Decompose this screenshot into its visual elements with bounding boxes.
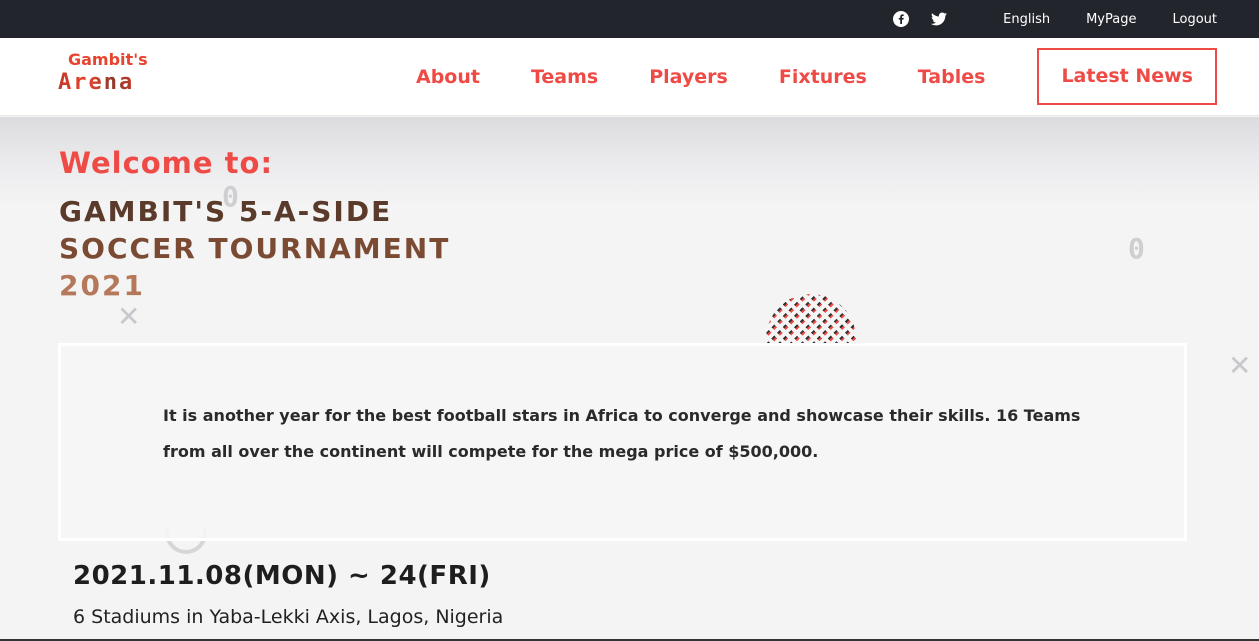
title-line-1: GAMBIT'S 5-A-SIDE (59, 195, 393, 228)
intro-text: It is another year for the best football… (163, 406, 1081, 461)
title-line-3: 2021 (59, 269, 145, 302)
decorative-cross-icon: ✕ (117, 300, 141, 333)
social-links (893, 11, 948, 27)
nav-latest-news-button[interactable]: Latest News (1037, 48, 1217, 105)
decorative-cross-icon: ✕ (1228, 349, 1252, 382)
top-bar: English MyPage Logout (0, 0, 1259, 38)
decorative-zero: 0 (1128, 232, 1145, 265)
site-logo[interactable]: Gambit's Arena (58, 50, 168, 100)
intro-card: It is another year for the best football… (58, 343, 1187, 541)
logo-line-1: Gambit's (68, 50, 148, 69)
event-venue: 6 Stadiums in Yaba-Lekki Axis, Lagos, Ni… (73, 606, 504, 628)
welcome-heading: Welcome to: (59, 146, 274, 180)
twitter-icon[interactable] (931, 12, 948, 26)
account-links: English MyPage Logout (1003, 12, 1217, 27)
language-link[interactable]: English (1003, 12, 1050, 27)
nav-fixtures[interactable]: Fixtures (779, 66, 867, 88)
nav-tables[interactable]: Tables (918, 66, 986, 88)
mypage-link[interactable]: MyPage (1086, 12, 1136, 27)
logout-link[interactable]: Logout (1172, 12, 1217, 27)
site-header: Gambit's Arena About Teams Players Fixtu… (0, 38, 1259, 116)
nav-about[interactable]: About (416, 66, 480, 88)
main-nav: About Teams Players Fixtures Tables Late… (365, 48, 1217, 105)
nav-players[interactable]: Players (649, 66, 728, 88)
nav-teams[interactable]: Teams (531, 66, 598, 88)
tournament-title: GAMBIT'S 5-A-SIDE SOCCER TOURNAMENT 2021 (59, 193, 479, 304)
title-line-2: SOCCER TOURNAMENT (59, 232, 451, 265)
logo-line-2: Arena (58, 70, 135, 95)
event-date: 2021.11.08(MON) ~ 24(FRI) (73, 561, 491, 591)
decorative-dot-pattern (766, 294, 856, 344)
facebook-icon[interactable] (893, 11, 910, 27)
